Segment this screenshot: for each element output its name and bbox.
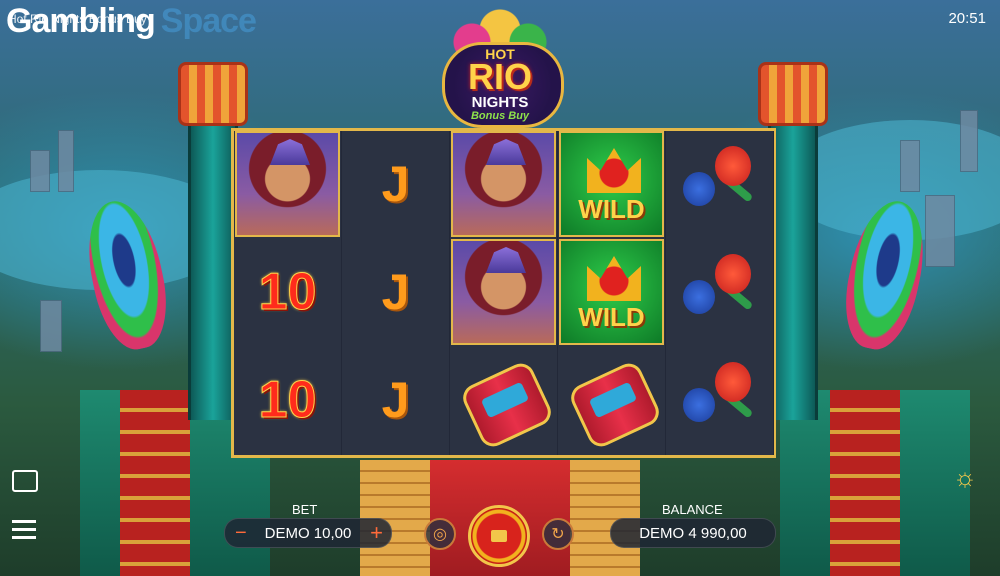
- symbol-drum-icon: [566, 359, 663, 451]
- bet-value: DEMO 10,00: [264, 524, 352, 542]
- reel-cell: 10: [235, 239, 340, 345]
- symbol-maracas-icon: [675, 252, 765, 332]
- reel-cell: WILD: [559, 239, 664, 345]
- symbol-10: 10: [258, 263, 317, 322]
- reel-5: [666, 131, 774, 455]
- sun-glyph-icon: ☼: [953, 462, 977, 492]
- info-icon[interactable]: [12, 470, 38, 492]
- symbol-dancer-icon: [453, 133, 554, 235]
- headdress-icon: [270, 139, 310, 165]
- logo-bonus-buy: Bonus Buy: [470, 110, 530, 122]
- maraca-red: [714, 362, 751, 402]
- maraca-red: [714, 254, 751, 294]
- wild-label: WILD: [578, 194, 645, 224]
- reel-cell: [451, 347, 556, 453]
- symbol-maracas-icon: [675, 360, 765, 440]
- logo-nights: NIGHTS: [471, 94, 529, 111]
- reel-cell: [559, 347, 664, 453]
- reel-cell: J: [343, 131, 448, 237]
- symbol-j: J: [381, 156, 410, 212]
- building: [40, 300, 62, 352]
- symbol-10: 10: [258, 371, 317, 430]
- building: [58, 130, 74, 192]
- reels-frame[interactable]: 10 10 J J J WILD WILD: [231, 128, 776, 458]
- pillar-cap-right: [758, 62, 828, 126]
- bet-label: BET: [292, 502, 318, 517]
- stop-icon: [491, 530, 507, 542]
- reel-cell: [667, 131, 772, 237]
- symbol-dancer-icon: [453, 241, 554, 343]
- autoplay-icon[interactable]: ↻: [542, 518, 574, 550]
- reel-1: 10 10: [234, 131, 342, 455]
- reel-cell: J: [343, 347, 448, 453]
- balance-display: DEMO 4 990,00: [610, 518, 776, 548]
- crown-icon: [587, 256, 641, 301]
- bet-minus-button[interactable]: −: [235, 522, 247, 545]
- temple-left-red: [120, 390, 190, 576]
- coins-icon[interactable]: ◎: [424, 518, 456, 550]
- reel-3: [450, 131, 558, 455]
- building: [925, 195, 955, 267]
- bet-plus-button[interactable]: +: [370, 520, 383, 546]
- reel-cell: [667, 239, 772, 345]
- reel-cell: [451, 239, 556, 345]
- building: [30, 150, 50, 192]
- symbol-drum-icon: [458, 359, 555, 451]
- clock: 20:51: [948, 10, 986, 27]
- balance-label: BALANCE: [662, 502, 723, 517]
- reel-cell: 10: [235, 347, 340, 453]
- reel-cell: [235, 131, 340, 237]
- building: [960, 110, 978, 172]
- bet-display: − DEMO 10,00 +: [224, 518, 392, 548]
- maraca-blue: [682, 388, 715, 422]
- symbol-j: J: [381, 264, 410, 320]
- temple-right-red: [830, 390, 900, 576]
- wild-label: WILD: [578, 302, 645, 332]
- symbol-wild-icon: WILD: [561, 133, 662, 235]
- menu-icon[interactable]: [12, 520, 36, 539]
- crown-icon: [587, 148, 641, 193]
- reel-4: WILD WILD: [558, 131, 666, 455]
- spin-stop-button[interactable]: [468, 505, 530, 567]
- logo-rio: RIO: [467, 56, 532, 97]
- top-bar: Gambling Space Hot Rio Nights Bonus Buy 2…: [0, 0, 1000, 40]
- reel-cell: J: [343, 239, 448, 345]
- pillar-cap-left: [178, 62, 248, 126]
- balance-value: DEMO 4 990,00: [639, 524, 747, 542]
- reel-cell: [451, 131, 556, 237]
- reel-cell: [667, 347, 772, 453]
- reel-cell: WILD: [559, 131, 664, 237]
- building: [900, 140, 920, 192]
- maraca-blue: [682, 280, 715, 314]
- game-title: Hot Rio Nights Bonus Buy: [8, 12, 147, 26]
- symbol-j: J: [381, 372, 410, 428]
- reel-2: JJJ: [342, 131, 450, 455]
- headdress-icon: [486, 247, 526, 273]
- symbol-maracas-icon: [675, 144, 765, 224]
- maraca-blue: [682, 172, 715, 206]
- headdress-icon: [486, 139, 526, 165]
- maraca-red: [714, 146, 751, 186]
- symbol-dancer-icon: [237, 133, 338, 235]
- symbol-wild-icon: WILD: [561, 241, 662, 343]
